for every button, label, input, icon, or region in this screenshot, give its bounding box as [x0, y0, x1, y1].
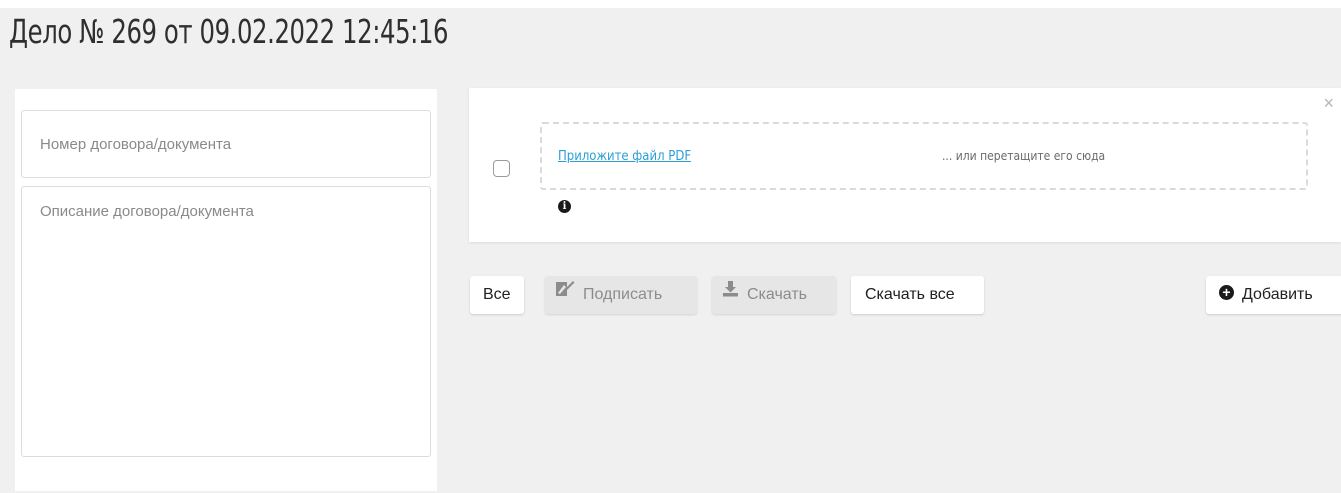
- info-icon[interactable]: i: [558, 200, 571, 213]
- signature-icon: [555, 274, 575, 312]
- document-number-input[interactable]: Номер договора/документа: [21, 110, 431, 178]
- drag-hint-text: ... или перетащите его сюда: [942, 149, 1106, 163]
- document-description-placeholder: Описание договора/документа: [40, 203, 254, 220]
- add-label: Добавить: [1242, 286, 1313, 303]
- sign-label: Подписать: [583, 286, 663, 304]
- file-select-checkbox[interactable]: [493, 160, 510, 177]
- add-button[interactable]: + Добавить: [1206, 276, 1341, 314]
- select-all-button[interactable]: Все: [470, 276, 524, 314]
- download-all-button[interactable]: Скачать все: [851, 276, 984, 314]
- download-all-label: Скачать все: [865, 286, 955, 303]
- download-label: Скачать: [747, 286, 807, 304]
- file-upload-card: × Приложите файл PDF ... или перетащите …: [469, 88, 1341, 242]
- download-button[interactable]: Скачать: [712, 276, 836, 314]
- select-all-label: Все: [483, 286, 511, 303]
- download-icon: [722, 274, 739, 312]
- sign-button[interactable]: Подписать: [545, 276, 697, 314]
- close-icon[interactable]: ×: [1323, 94, 1334, 112]
- attach-pdf-link[interactable]: Приложите файл PDF: [558, 149, 691, 164]
- page-title: Дело № 269 от 09.02.2022 12:45:16: [9, 12, 449, 51]
- plus-circle-icon: +: [1219, 285, 1234, 301]
- document-form-panel: Номер договора/документа Описание догово…: [15, 89, 437, 491]
- document-number-placeholder: Номер договора/документа: [40, 136, 232, 153]
- document-description-textarea[interactable]: Описание договора/документа: [21, 186, 431, 457]
- file-dropzone[interactable]: Приложите файл PDF ... или перетащите ег…: [540, 122, 1308, 190]
